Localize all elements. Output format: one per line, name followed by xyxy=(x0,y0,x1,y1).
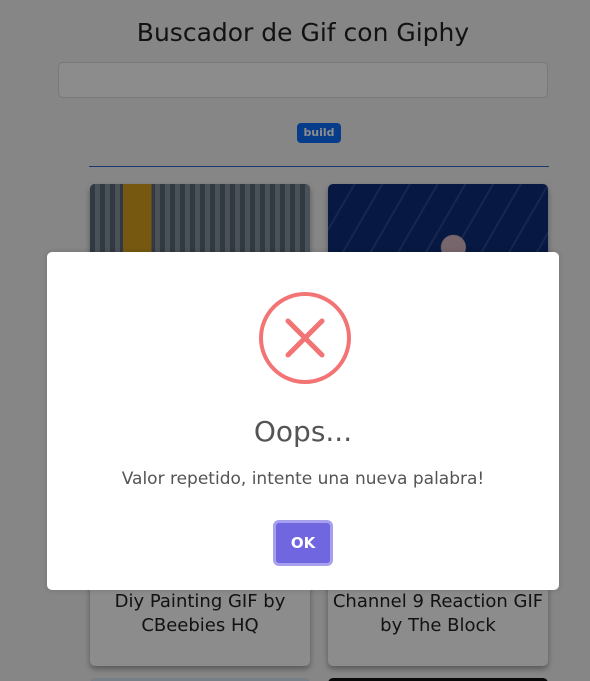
error-dialog: Oops... Valor repetido, intente una nuev… xyxy=(47,252,559,590)
error-x-icon xyxy=(259,292,351,384)
dialog-title: Oops... xyxy=(253,415,353,448)
dialog-message: Valor repetido, intente una nueva palabr… xyxy=(121,469,485,489)
ok-button[interactable]: OK xyxy=(273,520,333,566)
